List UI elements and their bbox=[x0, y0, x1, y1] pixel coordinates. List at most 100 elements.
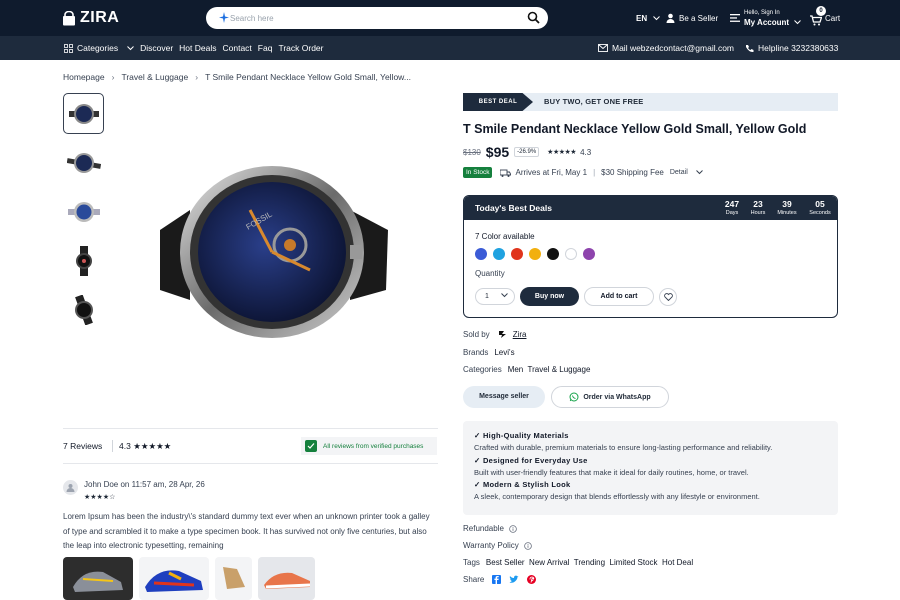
nav-track-order[interactable]: Track Order bbox=[278, 43, 323, 53]
seller-link[interactable]: Zira bbox=[513, 330, 527, 339]
search-bar[interactable] bbox=[206, 7, 548, 29]
watch-image bbox=[67, 201, 100, 222]
thumbnail-gallery bbox=[63, 93, 104, 338]
quantity-select[interactable]: 1 bbox=[475, 288, 515, 305]
thumbnail-5[interactable] bbox=[63, 289, 104, 330]
be-a-seller-link[interactable]: Be a Seller bbox=[666, 0, 718, 36]
facebook-icon[interactable] bbox=[492, 575, 502, 584]
average-rating: 4.3 ★★★★★ bbox=[119, 441, 172, 451]
nav-hot-deals[interactable]: Hot Deals bbox=[179, 43, 216, 53]
shipping-fee: $30 Shipping Fee bbox=[601, 168, 664, 177]
language-label: EN bbox=[636, 13, 648, 23]
breadcrumb-home[interactable]: Homepage bbox=[63, 72, 105, 82]
detail-link[interactable]: Detail bbox=[670, 169, 688, 176]
info-icon[interactable] bbox=[523, 541, 532, 550]
countdown-hours: 23 Hours bbox=[750, 199, 766, 216]
info-icon[interactable] bbox=[509, 524, 517, 533]
buy-now-button[interactable]: Buy now bbox=[520, 287, 579, 306]
user-icon bbox=[666, 13, 675, 23]
review-image-1[interactable] bbox=[63, 557, 133, 600]
color-swatch-2[interactable] bbox=[493, 248, 505, 260]
chevron-down-icon[interactable] bbox=[695, 170, 703, 175]
brand-value[interactable]: Levi's bbox=[494, 348, 514, 357]
color-swatches bbox=[475, 248, 601, 260]
mail-icon bbox=[598, 44, 608, 52]
review-image-4[interactable] bbox=[258, 557, 315, 600]
quantity-label: Quantity bbox=[475, 269, 505, 278]
verified-icon bbox=[305, 440, 317, 452]
chevron-down-icon bbox=[653, 15, 660, 20]
thumbnail-4[interactable] bbox=[63, 240, 104, 281]
feature-title: ✓ High-Quality Materials bbox=[474, 431, 569, 440]
discount-badge: -26.9% bbox=[514, 147, 540, 157]
top-header: ZIRA EN Be a Seller Hello, Sign In My Ac… bbox=[0, 0, 900, 36]
thumbnail-1[interactable] bbox=[63, 93, 104, 134]
twitter-icon[interactable] bbox=[509, 575, 519, 584]
site-logo[interactable]: ZIRA bbox=[62, 9, 119, 27]
share-label: Share bbox=[463, 575, 485, 584]
thumbnail-2[interactable] bbox=[63, 142, 104, 183]
pinterest-icon[interactable] bbox=[527, 575, 537, 584]
message-seller-button[interactable]: Message seller bbox=[463, 386, 545, 408]
whatsapp-order-button[interactable]: Order via WhatsApp bbox=[551, 386, 669, 408]
review-text: Lorem Ipsum has been the industry\'s sta… bbox=[63, 512, 430, 550]
search-input[interactable] bbox=[230, 10, 520, 26]
refundable-row: Refundable bbox=[463, 524, 517, 533]
tag-values[interactable]: Best Seller New Arrival Trending Limited… bbox=[486, 558, 693, 567]
breadcrumb: Homepage › Travel & Luggage › T Smile Pe… bbox=[63, 72, 411, 82]
watch-image bbox=[66, 152, 101, 173]
search-icon[interactable] bbox=[527, 11, 540, 24]
sold-by-label: Sold by bbox=[463, 330, 490, 339]
feature-desc: Built with user-friendly features that m… bbox=[474, 467, 749, 477]
color-swatch-3[interactable] bbox=[511, 248, 523, 260]
categories-label: Categories bbox=[77, 43, 119, 53]
review-images bbox=[63, 557, 321, 600]
review-image-3[interactable] bbox=[215, 557, 252, 600]
categories-label: Categories bbox=[463, 365, 502, 374]
stock-badge: In Stock bbox=[463, 167, 493, 178]
categories-menu[interactable]: Categories bbox=[64, 43, 134, 53]
brands-label: Brands bbox=[463, 348, 489, 357]
deals-title: Today's Best Deals bbox=[475, 203, 552, 213]
color-swatch-6[interactable] bbox=[565, 248, 577, 260]
watch-image bbox=[75, 245, 92, 276]
add-to-cart-button[interactable]: Add to cart bbox=[584, 287, 654, 306]
shoe-image bbox=[264, 572, 311, 589]
average-stars: ★★★★★ bbox=[133, 441, 172, 451]
color-swatch-7[interactable] bbox=[583, 248, 595, 260]
wishlist-button[interactable] bbox=[659, 288, 677, 306]
quantity-value: 1 bbox=[485, 293, 489, 300]
breadcrumb-category[interactable]: Travel & Luggage bbox=[121, 72, 188, 82]
nav-faq[interactable]: Faq bbox=[258, 43, 273, 53]
heart-icon bbox=[663, 293, 673, 301]
cart-button[interactable]: 0 Cart bbox=[810, 0, 840, 36]
main-product-image[interactable]: FOSSIL bbox=[150, 150, 395, 350]
verified-text: All reviews from verified purchases bbox=[323, 442, 424, 450]
contact-mail[interactable]: Mail webzedcontact@gmail.com bbox=[598, 36, 734, 60]
color-swatch-4[interactable] bbox=[529, 248, 541, 260]
account-menu[interactable]: Hello, Sign In My Account bbox=[730, 0, 802, 36]
cart-label: Cart bbox=[825, 13, 841, 23]
chevron-down-icon bbox=[127, 45, 134, 50]
user-icon bbox=[66, 484, 75, 492]
seller-label: Be a Seller bbox=[679, 13, 719, 23]
helpline[interactable]: Helpline 3232380633 bbox=[745, 36, 838, 60]
language-selector[interactable]: EN bbox=[636, 0, 660, 36]
review-count: 7 Reviews bbox=[63, 441, 103, 451]
category-values[interactable]: Men Travel & Luggage bbox=[508, 365, 591, 374]
cart-count-badge: 0 bbox=[816, 6, 826, 16]
colors-label: 7 Color available bbox=[475, 232, 535, 241]
color-swatch-1[interactable] bbox=[475, 248, 487, 260]
nav-contact[interactable]: Contact bbox=[223, 43, 252, 53]
nav-discover[interactable]: Discover bbox=[140, 43, 173, 53]
color-swatch-5[interactable] bbox=[547, 248, 559, 260]
feature-title: ✓ Modern & Stylish Look bbox=[474, 480, 571, 490]
tags-row: Tags Best Seller New Arrival Trending Li… bbox=[463, 558, 693, 567]
rating-stars: ★★★★★ bbox=[547, 149, 577, 156]
review-image-2[interactable] bbox=[139, 557, 209, 600]
breadcrumb-separator: › bbox=[195, 72, 199, 82]
cart-icon bbox=[810, 14, 822, 25]
thumbnail-3[interactable] bbox=[63, 191, 104, 232]
shoe-image bbox=[73, 571, 123, 592]
helpline-text: Helpline 3232380633 bbox=[758, 43, 839, 53]
